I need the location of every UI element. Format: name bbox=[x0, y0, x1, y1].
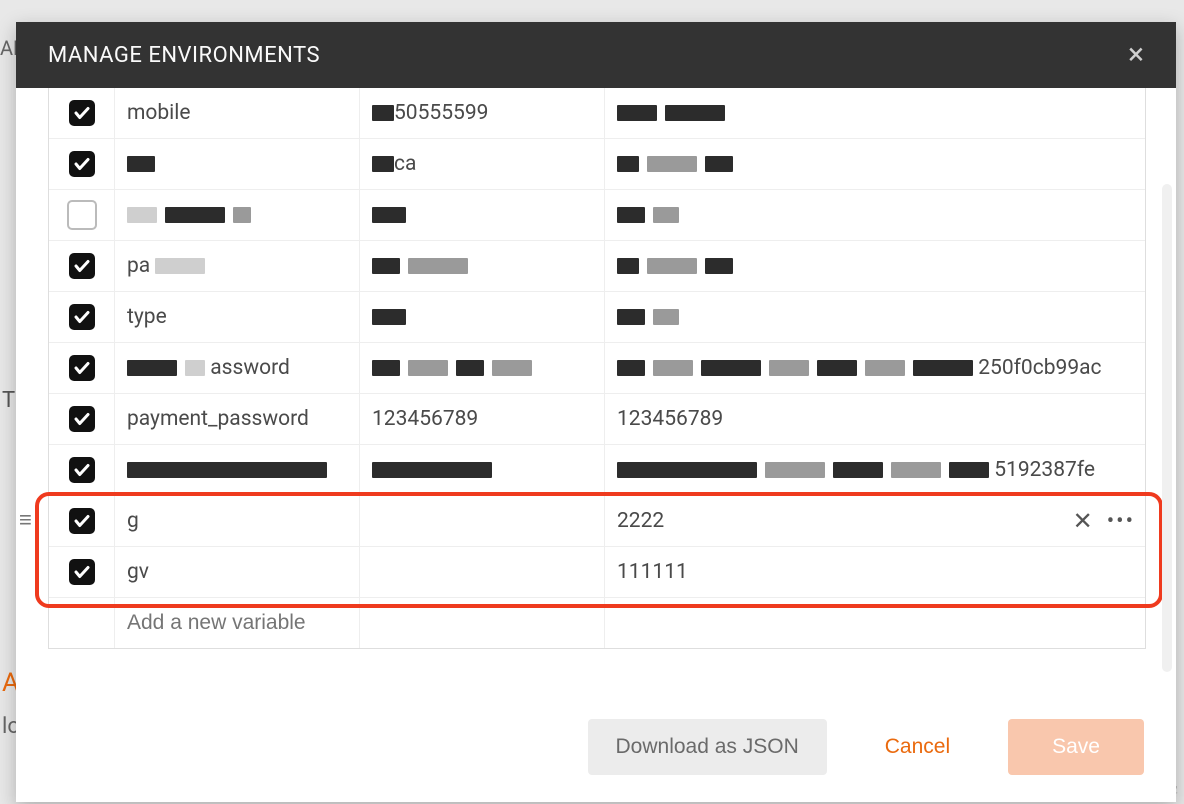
current-value-input[interactable] bbox=[605, 241, 1145, 291]
table-row: type bbox=[49, 292, 1145, 343]
table-row: pa bbox=[49, 241, 1145, 292]
row-checkbox[interactable] bbox=[67, 200, 97, 230]
new-current-value-input[interactable] bbox=[605, 598, 1145, 648]
row-checkbox[interactable] bbox=[69, 457, 95, 483]
row-checkbox-cell bbox=[49, 190, 115, 240]
initial-value-input[interactable] bbox=[360, 190, 605, 240]
table-row: gv 111111 bbox=[49, 547, 1145, 598]
manage-environments-modal: MANAGE ENVIRONMENTS × mobile50555599ca pa… bbox=[16, 22, 1176, 802]
row-checkbox-cell bbox=[49, 292, 115, 342]
variable-key-input[interactable]: payment_password bbox=[115, 394, 360, 444]
variable-key-input[interactable]: pa bbox=[115, 241, 360, 291]
modal-footer: Download as JSON Cancel Save bbox=[16, 692, 1176, 802]
row-checkbox-cell bbox=[49, 394, 115, 444]
row-checkbox-cell bbox=[49, 496, 115, 546]
row-checkbox[interactable] bbox=[69, 100, 95, 126]
variable-key-input[interactable]: gv bbox=[115, 547, 360, 597]
close-icon[interactable]: × bbox=[1128, 40, 1144, 70]
drag-handle-icon[interactable]: ≡ bbox=[19, 510, 32, 532]
download-json-button[interactable]: Download as JSON bbox=[588, 719, 827, 775]
more-options-icon[interactable]: ••• bbox=[1107, 509, 1135, 534]
table-row: mobile50555599 bbox=[49, 88, 1145, 139]
current-value-input[interactable] bbox=[605, 88, 1145, 138]
initial-value-input[interactable] bbox=[360, 445, 605, 495]
variable-key-input[interactable]: g bbox=[115, 496, 360, 546]
initial-value-input[interactable]: ca bbox=[360, 139, 605, 189]
variable-key-input[interactable]: type bbox=[115, 292, 360, 342]
row-checkbox-cell bbox=[49, 343, 115, 393]
variables-table: mobile50555599ca pa type assword 250f0cb9… bbox=[48, 88, 1146, 649]
table-row: assword 250f0cb99ac bbox=[49, 343, 1145, 394]
row-checkbox[interactable] bbox=[69, 304, 95, 330]
row-checkbox-cell bbox=[49, 241, 115, 291]
variable-key-input[interactable] bbox=[115, 190, 360, 240]
current-value-input[interactable]: 250f0cb99ac bbox=[605, 343, 1145, 393]
row-checkbox-cell bbox=[49, 445, 115, 495]
table-row: 5192387fe bbox=[49, 445, 1145, 496]
variable-key-input[interactable] bbox=[115, 139, 360, 189]
row-checkbox-cell bbox=[49, 139, 115, 189]
row-checkbox[interactable] bbox=[69, 406, 95, 432]
new-variable-input[interactable] bbox=[127, 611, 359, 635]
row-checkbox-cell bbox=[49, 88, 115, 138]
table-row: ca bbox=[49, 139, 1145, 190]
table-row bbox=[49, 190, 1145, 241]
row-actions: ✕ ••• bbox=[1073, 507, 1135, 535]
initial-value-input[interactable] bbox=[360, 241, 605, 291]
current-value-input[interactable]: 123456789 bbox=[605, 394, 1145, 444]
new-variable-key-input[interactable] bbox=[115, 598, 360, 648]
initial-value-input[interactable]: 50555599 bbox=[360, 88, 605, 138]
row-checkbox[interactable] bbox=[69, 151, 95, 177]
variable-key-input[interactable]: assword bbox=[115, 343, 360, 393]
current-value-input[interactable]: 111111 bbox=[605, 547, 1145, 597]
delete-row-icon[interactable]: ✕ bbox=[1073, 507, 1093, 535]
row-checkbox[interactable] bbox=[69, 508, 95, 534]
variable-key-input[interactable] bbox=[115, 445, 360, 495]
row-checkbox-cell bbox=[49, 598, 115, 648]
modal-header: MANAGE ENVIRONMENTS × bbox=[16, 22, 1176, 88]
current-value-input[interactable] bbox=[605, 139, 1145, 189]
table-row: g2222≡✕••• bbox=[49, 496, 1145, 547]
current-value-input[interactable]: 5192387fe bbox=[605, 445, 1145, 495]
save-button[interactable]: Save bbox=[1008, 719, 1144, 775]
current-value-input[interactable]: 2222 bbox=[605, 496, 1145, 546]
scrollbar-track[interactable] bbox=[1162, 184, 1172, 672]
modal-body: mobile50555599ca pa type assword 250f0cb9… bbox=[16, 88, 1176, 692]
row-checkbox[interactable] bbox=[69, 355, 95, 381]
row-checkbox[interactable] bbox=[69, 253, 95, 279]
bg-text: T bbox=[2, 388, 15, 413]
initial-value-input[interactable] bbox=[360, 547, 605, 597]
initial-value-input[interactable] bbox=[360, 496, 605, 546]
initial-value-input[interactable] bbox=[360, 292, 605, 342]
modal-title: MANAGE ENVIRONMENTS bbox=[48, 43, 320, 68]
initial-value-input[interactable]: 123456789 bbox=[360, 394, 605, 444]
cancel-button[interactable]: Cancel bbox=[857, 719, 978, 775]
row-checkbox-cell bbox=[49, 547, 115, 597]
table-row: payment_password123456789123456789 bbox=[49, 394, 1145, 445]
row-checkbox[interactable] bbox=[69, 559, 95, 585]
current-value-input[interactable] bbox=[605, 292, 1145, 342]
new-initial-value-input[interactable] bbox=[360, 598, 605, 648]
new-variable-row bbox=[49, 598, 1145, 648]
current-value-input[interactable] bbox=[605, 190, 1145, 240]
initial-value-input[interactable] bbox=[360, 343, 605, 393]
variable-key-input[interactable]: mobile bbox=[115, 88, 360, 138]
